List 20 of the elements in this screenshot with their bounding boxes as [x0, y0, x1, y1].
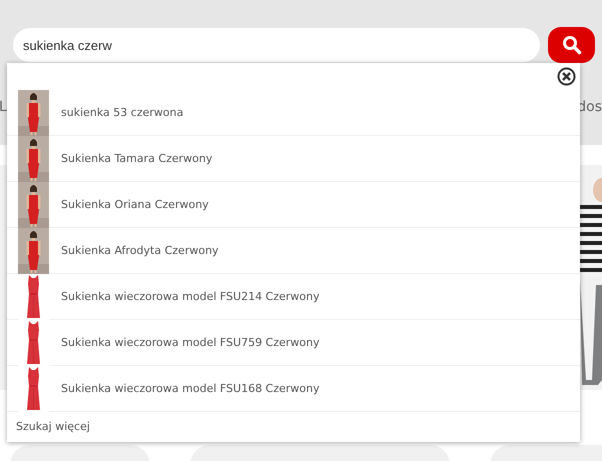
more-link[interactable]: Szukaj więcej — [7, 412, 90, 433]
suggestion-item[interactable]: Sukienka wieczorowa model FSU759 Czerwony — [7, 320, 580, 366]
nav-link[interactable]: L — [0, 99, 7, 115]
suggestion-label: Sukienka Afrodyta Czerwony — [61, 244, 219, 257]
close-icon[interactable] — [557, 67, 576, 86]
suggestion-label: Sukienka wieczorowa model FSU214 Czerwony — [61, 290, 320, 303]
suggestion-label: Sukienka wieczorowa model FSU168 Czerwony — [61, 382, 320, 395]
suggestion-label: sukienka 53 czerwona — [61, 106, 184, 119]
search-field[interactable]: sukienka czerw — [13, 28, 540, 62]
suggestion-item[interactable]: Sukienka Oriana Czerwony — [7, 182, 580, 228]
suggestion-item[interactable]: Sukienka wieczorowa model FSU214 Czerwony — [7, 274, 580, 320]
suggestion-label: Sukienka Tamara Czerwony — [61, 152, 212, 165]
search-icon — [562, 35, 582, 55]
suggestion-item[interactable]: Sukienka wieczorowa model FSU168 Czerwony — [7, 366, 580, 412]
suggestion-item[interactable]: Sukienka Afrodyta Czerwony — [7, 228, 580, 274]
suggestion-item[interactable]: Sukienka Tamara Czerwony — [7, 136, 580, 182]
suggestion-item[interactable]: sukienka 53 czerwona — [7, 90, 580, 136]
suggestion-label: Sukienka Oriana Czerwony — [61, 198, 209, 211]
suggestion-label: Sukienka wieczorowa model FSU759 Czerwony — [61, 336, 320, 349]
search-button[interactable] — [548, 27, 595, 63]
